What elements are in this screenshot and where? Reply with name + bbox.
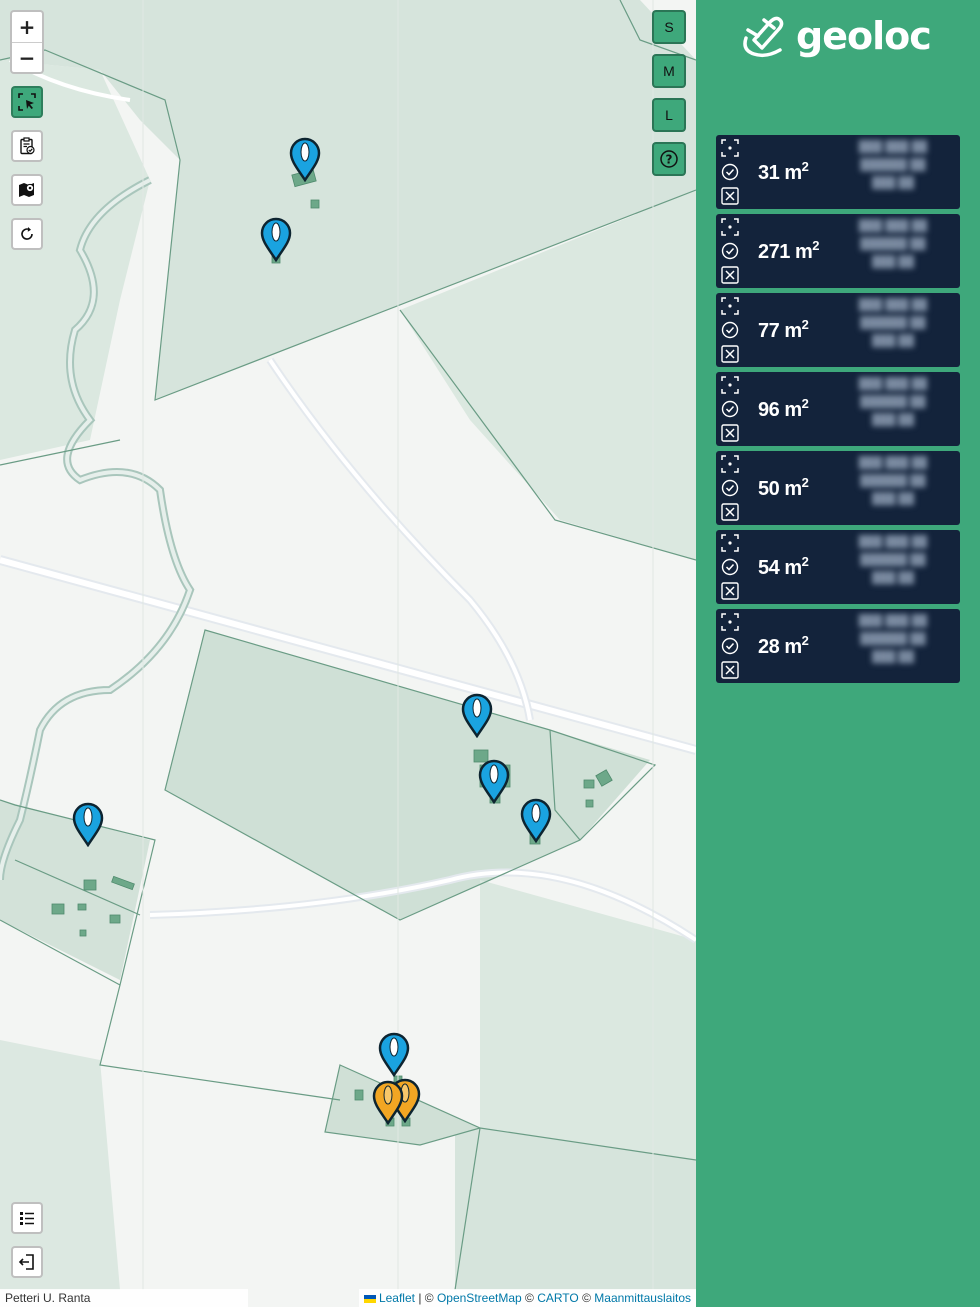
focus-icon[interactable] [721,297,739,315]
size-medium-button[interactable]: M [652,54,686,88]
focus-icon[interactable] [721,455,739,473]
map-attribution: Leaflet | © OpenStreetMap © CARTO © Maan… [358,1289,696,1307]
area-value: 54 m2 [758,554,809,579]
list-icon [20,1212,34,1225]
blurred-address: ███ ███ ██ ██████ ██ ███ ██ [858,615,928,663]
area-value: 28 m2 [758,633,809,658]
clipboard-check-icon [20,137,35,155]
focus-icon[interactable] [721,613,739,631]
close-box-icon[interactable] [721,345,739,363]
satellite-logo-icon [743,16,784,58]
refresh-icon [21,227,33,240]
result-card[interactable]: 28 m2 ███ ███ ██ ██████ ██ ███ ██ [716,609,960,683]
check-circle-icon[interactable] [721,163,739,181]
close-box-icon[interactable] [721,582,739,600]
focus-icon[interactable] [721,376,739,394]
area-value: 50 m2 [758,475,809,500]
location-marker-selected[interactable] [371,1079,405,1125]
card-actions [716,135,744,209]
check-circle-icon[interactable] [721,479,739,497]
zoom-control: + − [10,10,44,74]
card-actions [716,451,744,525]
card-actions [716,293,744,367]
area-value: 96 m2 [758,396,809,421]
card-actions [716,372,744,446]
list-button[interactable] [11,1202,43,1234]
close-box-icon[interactable] [721,661,739,679]
map-pin-icon [19,183,35,197]
refresh-button[interactable] [11,218,43,250]
logout-button[interactable] [11,1246,43,1278]
carto-link[interactable]: CARTO [537,1291,579,1305]
result-card[interactable]: 31 m2 ███ ███ ██ ██████ ██ ███ ██ [716,135,960,209]
map-tiles [0,0,696,1307]
card-actions [716,609,744,683]
clipboard-check-button[interactable] [11,130,43,162]
select-area-button[interactable] [11,86,43,118]
card-actions [716,214,744,288]
blurred-address: ███ ███ ██ ██████ ██ ███ ██ [858,457,928,505]
app-name: geoloc [796,14,932,58]
area-value: 31 m2 [758,159,809,184]
card-actions [716,530,744,604]
logout-icon [18,1254,34,1270]
help-label: ? [666,153,673,167]
location-marker[interactable] [377,1031,411,1077]
blurred-address: ███ ███ ██ ██████ ██ ███ ██ [858,141,928,189]
location-marker[interactable] [259,216,293,262]
help-button[interactable]: ? [652,142,686,176]
check-circle-icon[interactable] [721,400,739,418]
size-large-button[interactable]: L [652,98,686,132]
check-circle-icon[interactable] [721,637,739,655]
result-card[interactable]: 271 m2 ███ ███ ██ ██████ ██ ███ ██ [716,214,960,288]
map-pin-button[interactable] [11,174,43,206]
close-box-icon[interactable] [721,266,739,284]
blurred-address: ███ ███ ██ ██████ ██ ███ ██ [858,299,928,347]
result-card[interactable]: 96 m2 ███ ███ ██ ██████ ██ ███ ██ [716,372,960,446]
focus-icon[interactable] [721,218,739,236]
leaflet-link[interactable]: Leaflet [379,1291,415,1305]
blurred-address: ███ ███ ██ ██████ ██ ███ ██ [858,378,928,426]
location-marker[interactable] [477,758,511,804]
ukraine-flag-icon [363,1294,376,1303]
close-box-icon[interactable] [721,187,739,205]
result-card[interactable]: 77 m2 ███ ███ ██ ██████ ██ ███ ██ [716,293,960,367]
mml-link[interactable]: Maanmittauslaitos [594,1291,691,1305]
check-circle-icon[interactable] [721,558,739,576]
area-value: 271 m2 [758,238,819,263]
focus-icon[interactable] [721,534,739,552]
close-box-icon[interactable] [721,503,739,521]
close-box-icon[interactable] [721,424,739,442]
app-logo: geoloc [740,12,940,60]
location-marker[interactable] [288,136,322,182]
focus-icon[interactable] [721,139,739,157]
blurred-address: ███ ███ ██ ██████ ██ ███ ██ [858,536,928,584]
blurred-address: ███ ███ ██ ██████ ██ ███ ██ [858,220,928,268]
zoom-in-button[interactable]: + [12,12,42,43]
result-card[interactable]: 50 m2 ███ ███ ██ ██████ ██ ███ ██ [716,451,960,525]
check-circle-icon[interactable] [721,321,739,339]
check-circle-icon[interactable] [721,242,739,260]
location-marker[interactable] [71,801,105,847]
osm-link[interactable]: OpenStreetMap [437,1291,522,1305]
author-credit: Petteri U. Ranta [0,1289,248,1307]
location-marker[interactable] [519,797,553,843]
location-marker[interactable] [460,692,494,738]
help-icon: ? [660,150,678,168]
map-view[interactable]: + − S M L ? Petteri U. Ranta Leaflet | ©… [0,0,696,1307]
size-small-button[interactable]: S [652,10,686,44]
select-area-icon [18,93,36,111]
area-value: 77 m2 [758,317,809,342]
result-card[interactable]: 54 m2 ███ ███ ██ ██████ ██ ███ ██ [716,530,960,604]
zoom-out-button[interactable]: − [12,43,42,73]
